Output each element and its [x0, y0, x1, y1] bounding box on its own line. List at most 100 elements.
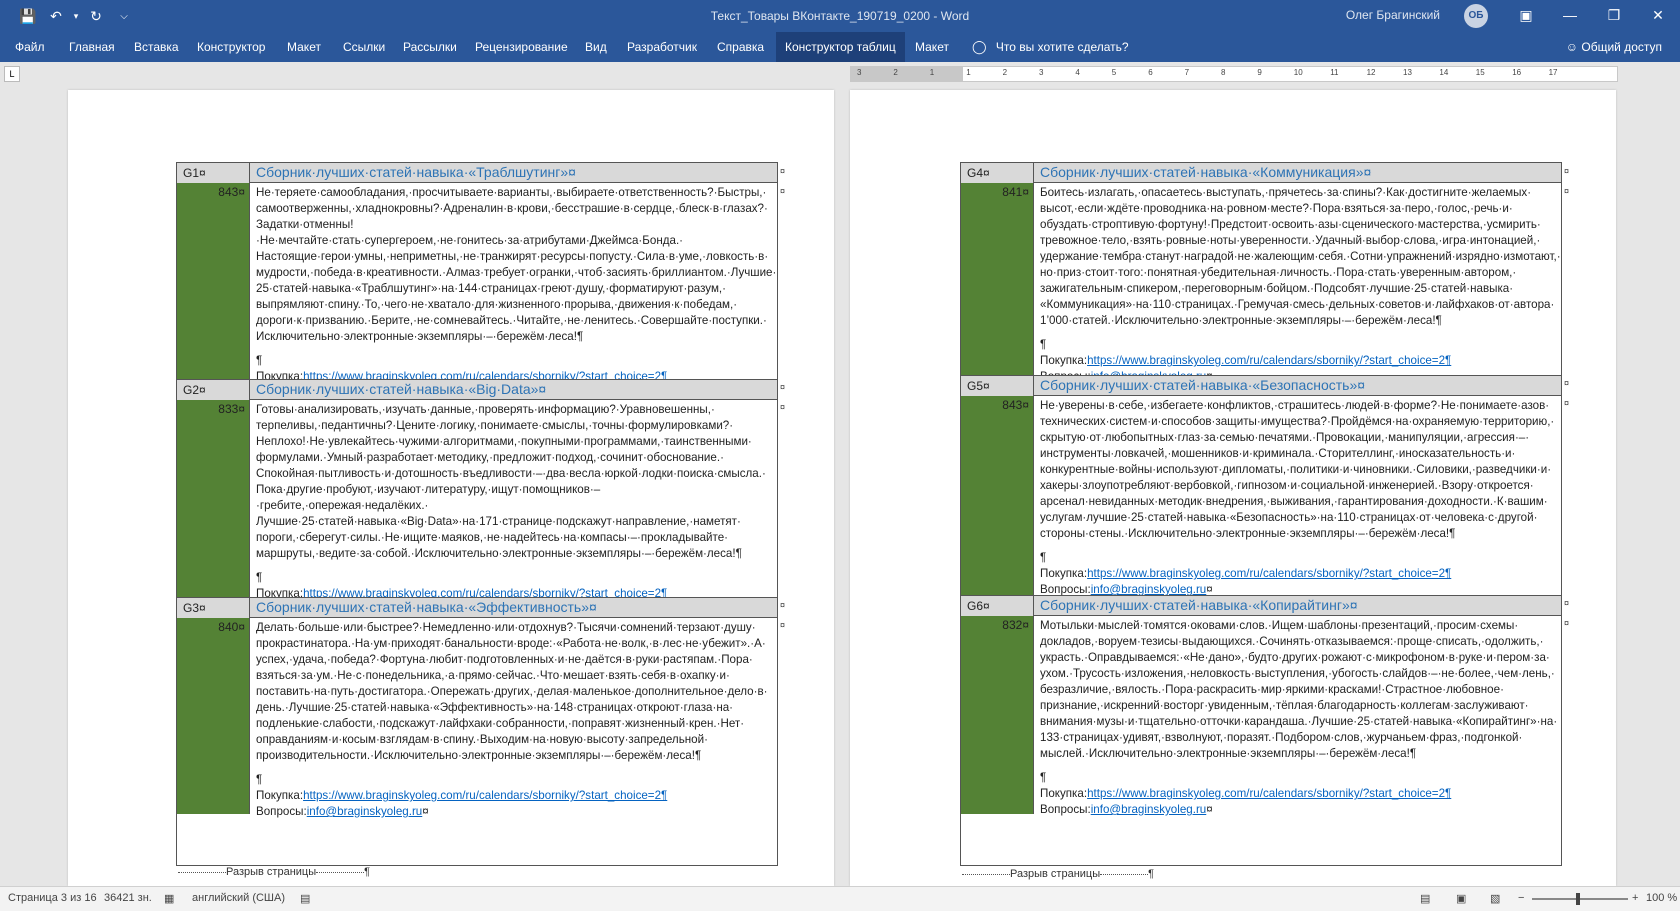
minimize-icon[interactable]: — [1548, 0, 1592, 30]
empty-paragraph: ¶ [1040, 551, 1047, 564]
proofing-icon[interactable]: ▦ [164, 892, 174, 905]
character-count[interactable]: 36421 зн. [104, 892, 152, 904]
description-line: подленькие·слабости,·подскажут·лайфхаки·… [256, 717, 745, 730]
zoom-in-icon[interactable]: + [1632, 892, 1638, 904]
row-end-mark: ¤ [1564, 166, 1570, 176]
description-line: 133·страницах·удивят,·взволнуют,·поразят… [1040, 731, 1523, 744]
id-cell[interactable]: G5¤ 843¤ [961, 376, 1033, 596]
id-cell[interactable]: G2¤ 833¤ [177, 380, 249, 598]
web-layout-icon[interactable]: ▧ [1490, 892, 1500, 905]
tell-me-label: Что вы хотите сделать? [995, 40, 1129, 54]
tab-help[interactable]: Справка [708, 32, 773, 62]
description-line: украсть.·Оправдываемся:·«Не·дано»,·будто… [1040, 651, 1550, 664]
row-end-mark: ¤ [780, 186, 786, 196]
description-line: маршруты,·ведите·за·собой.·Исключительно… [256, 547, 742, 560]
page-count[interactable]: Страница 3 из 16 [8, 892, 97, 904]
purchase-link[interactable]: https://www.braginskyoleg.com/ru/calenda… [303, 789, 667, 802]
ruler-label: 12 [1366, 68, 1376, 77]
read-mode-icon[interactable]: ▤ [1420, 892, 1430, 905]
description-line: безразличие,·вялость.·Пора·раскрасить·ми… [1040, 683, 1504, 696]
avatar[interactable]: ОБ [1464, 4, 1488, 28]
tab-home[interactable]: Главная [60, 32, 124, 62]
description-line: но·приз·стоит·того:·понятная·убедительна… [1040, 266, 1517, 279]
content-table: G1¤ 843¤ Сборник·лучших·статей·навыка·«Тра… [176, 162, 785, 866]
collection-title[interactable]: Сборник·лучших·статей·навыка·«Коммуникац… [1033, 163, 1561, 183]
ruler-label: 17 [1548, 68, 1558, 77]
status-bar: Страница 3 из 16 36421 зн. ▦ английский … [0, 886, 1680, 911]
row-id: G5¤ [961, 376, 1033, 396]
id-cell[interactable]: G3¤ 840¤ [177, 598, 249, 814]
description-cell[interactable]: Не·уверены·в·себе,·избегаете·конфликтов,… [1033, 396, 1561, 596]
ribbon-display-options-icon[interactable]: ▣ [1504, 0, 1548, 30]
tab-file[interactable]: Файл [6, 32, 54, 62]
tab-selector[interactable]: L [4, 66, 20, 82]
zoom-out-icon[interactable]: − [1518, 892, 1524, 904]
ruler-label: 4 [1075, 68, 1080, 77]
description-line: 25·статей·навыка·«Траблшутинг»·на·144·ст… [256, 282, 726, 295]
tab-design[interactable]: Конструктор [188, 32, 274, 62]
tab-developer[interactable]: Разработчик [618, 32, 706, 62]
table-row: G2¤ 833¤ Сборник·лучших·статей·навыка·«Big… [177, 379, 777, 616]
horizontal-ruler[interactable]: 3 2 1 1 2 3 4 5 6 7 8 9 10 11 12 13 14 15 16 17 [850, 66, 1618, 82]
tab-view[interactable]: Вид [576, 32, 616, 62]
description-line: услугам·лучшие·25·статей·навыка·«Безопас… [1040, 511, 1538, 524]
language[interactable]: английский (США) [192, 892, 285, 904]
description-cell[interactable]: Делать·больше·или·быстрее?·Немедленно·ил… [249, 618, 777, 818]
purchase-link[interactable]: https://www.braginskyoleg.com/ru/calenda… [1087, 354, 1451, 367]
collection-title[interactable]: Сборник·лучших·статей·навыка·«Безопаснос… [1033, 376, 1561, 396]
email-link[interactable]: info@braginskyoleg.ru [307, 805, 423, 818]
purchase-label: Покупка: [1040, 354, 1088, 367]
row-end-mark: ¤ [780, 600, 786, 610]
tab-references[interactable]: Ссылки [334, 32, 394, 62]
collection-title[interactable]: Сборник·лучших·статей·навыка·«Эффективно… [249, 598, 777, 618]
description-line: Спокойная·пытливость·и·дотошность·въедли… [256, 467, 766, 480]
user-name[interactable]: Олег Брагинский [1346, 0, 1440, 30]
description-line: Не·теряете·самообладания,·просчитываете·… [256, 186, 767, 199]
description-line: технических·систем·и·способов·защиты·иму… [1040, 415, 1555, 428]
char-count: 843¤ [218, 185, 245, 199]
description-cell[interactable]: Мотыльки·мыслей·томятся·оковами·слов.·Ищ… [1033, 616, 1561, 816]
tab-table-layout[interactable]: Макет [906, 32, 958, 62]
tab-review[interactable]: Рецензирование [466, 32, 577, 62]
tell-me-search[interactable]: ◯ Что вы хотите сделать? [972, 32, 1129, 62]
description-line: Задатки·отменны!·Не·мечтайте·стать·супер… [256, 218, 684, 247]
description-line: обуздать·строптивую·фортуну!·Предстоит·о… [1040, 218, 1541, 231]
zoom-slider[interactable] [1532, 898, 1628, 900]
purchase-label: Покупка: [1040, 787, 1088, 800]
description-line: самоотверженны,·хладнокровны?·Адреналин·… [256, 202, 768, 215]
email-link[interactable]: info@braginskyoleg.ru [1091, 803, 1207, 816]
description-line: Лучшие·25·статей·навыка·«Big·Data»·на·17… [256, 515, 741, 528]
ruler-area: L 3 2 1 1 2 3 4 5 6 7 8 9 10 11 12 13 14 15 16 17 [0, 62, 1680, 88]
id-cell[interactable]: G4¤ 841¤ [961, 163, 1033, 375]
cell-end-mark: ¤ [422, 805, 429, 818]
description-cell[interactable]: Не·теряете·самообладания,·просчитываете·… [249, 183, 777, 399]
tab-table-design[interactable]: Конструктор таблиц [776, 32, 905, 62]
description-line: прокрастинатора.·На·ум·приходят·банально… [256, 637, 766, 650]
tab-mailings[interactable]: Рассылки [394, 32, 466, 62]
row-id: G1¤ [177, 163, 249, 183]
tab-layout[interactable]: Макет [278, 32, 330, 62]
description-cell[interactable]: Готовы·анализировать,·изучать·данные,·пр… [249, 400, 777, 616]
id-cell[interactable]: G6¤ 832¤ [961, 596, 1033, 814]
row-end-mark: ¤ [1564, 186, 1570, 196]
description-line: мыслей.·Исключительно·электронные·экземп… [1040, 747, 1417, 760]
macro-icon[interactable]: ▤ [300, 892, 310, 905]
description-line: удержание·тембра·станут·наградой·не·жале… [1040, 250, 1561, 263]
tab-insert[interactable]: Вставка [125, 32, 188, 62]
row-id: G6¤ [961, 596, 1033, 616]
close-icon[interactable]: ✕ [1636, 0, 1680, 30]
zoom-level[interactable]: 100 % [1646, 892, 1677, 904]
description-cell[interactable]: Боитесь·излагать,·опасаетесь·выступать,·… [1033, 183, 1561, 383]
description-line: оправданиям·и·косым·взглядам·в·спину.·Вы… [256, 733, 708, 746]
purchase-link[interactable]: https://www.braginskyoleg.com/ru/calenda… [1087, 567, 1451, 580]
id-cell[interactable]: G1¤ 843¤ [177, 163, 249, 379]
restore-icon[interactable]: ❐ [1592, 0, 1636, 30]
zoom-slider-thumb[interactable] [1576, 893, 1580, 905]
share-button[interactable]: ☺ Общий доступ [1566, 32, 1662, 62]
collection-title[interactable]: Сборник·лучших·статей·навыка·«Big·Data»¤ [249, 380, 777, 400]
table-row: G3¤ 840¤ Сборник·лучших·статей·навыка·«Эфф… [177, 597, 777, 818]
collection-title[interactable]: Сборник·лучших·статей·навыка·«Траблшутин… [249, 163, 777, 183]
print-layout-icon[interactable]: ▣ [1456, 892, 1466, 905]
purchase-link[interactable]: https://www.braginskyoleg.com/ru/calenda… [1087, 787, 1451, 800]
collection-title[interactable]: Сборник·лучших·статей·навыка·«Копирайтин… [1033, 596, 1561, 616]
